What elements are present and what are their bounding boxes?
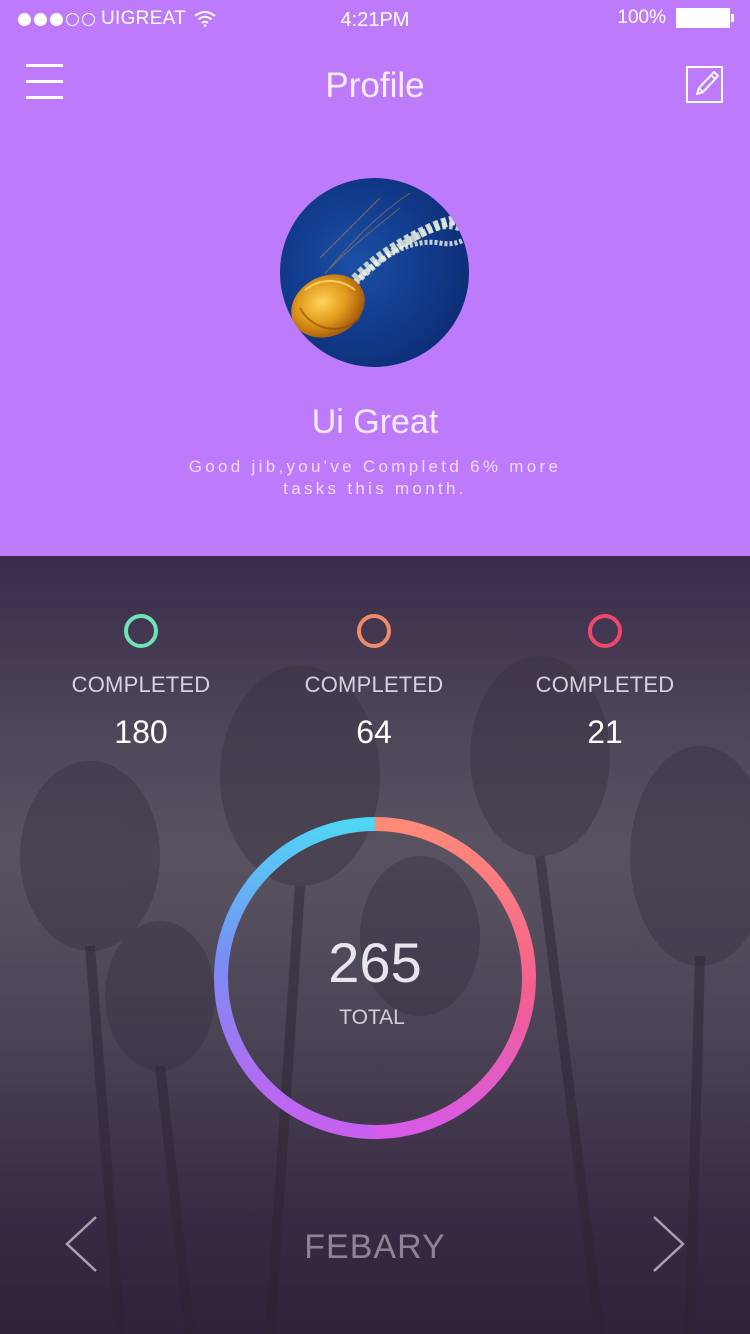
status-right: 100% <box>617 7 734 29</box>
profile-name: Ui Great <box>311 403 439 441</box>
profile-message-line: tasks this month. <box>283 479 467 498</box>
month-label: FEBARY <box>304 1228 446 1266</box>
total-count: 265 <box>328 931 422 994</box>
stat-value: 180 <box>114 714 168 750</box>
avatar[interactable] <box>280 178 469 367</box>
next-month-button[interactable] <box>648 1214 688 1274</box>
stat-completed-1: COMPLETED 180 <box>41 612 241 751</box>
chevron-right-icon <box>653 1216 685 1272</box>
status-ring-icon <box>357 614 391 648</box>
status-ring-icon <box>588 614 622 648</box>
stat-value: 64 <box>356 714 392 750</box>
stat-label: COMPLETED <box>71 672 211 697</box>
stat-label: COMPLETED <box>304 672 444 697</box>
edit-profile-button[interactable] <box>686 64 724 104</box>
stat-value: 21 <box>587 714 623 750</box>
profile-header-section: UIGREAT 4:21PM 100% Profile Ui Great Goo… <box>0 0 750 556</box>
edit-pencil-icon <box>686 66 723 103</box>
battery-percent: 100% <box>617 7 666 28</box>
stat-completed-2: COMPLETED 64 <box>274 612 474 751</box>
status-ring-icon <box>124 614 158 648</box>
stat-label: COMPLETED <box>535 672 675 697</box>
page-title: Profile <box>325 66 425 105</box>
total-label: TOTAL <box>339 1006 405 1029</box>
stat-completed-3: COMPLETED 21 <box>505 612 705 751</box>
profile-message: Good jib,you've Completd 6% more tasks t… <box>150 456 600 500</box>
battery-icon <box>676 8 734 28</box>
profile-message-line: Good jib,you've Completd 6% more <box>188 457 562 476</box>
status-bar: UIGREAT 4:21PM 100% <box>0 0 750 40</box>
jellyfish-avatar-image <box>291 192 469 338</box>
